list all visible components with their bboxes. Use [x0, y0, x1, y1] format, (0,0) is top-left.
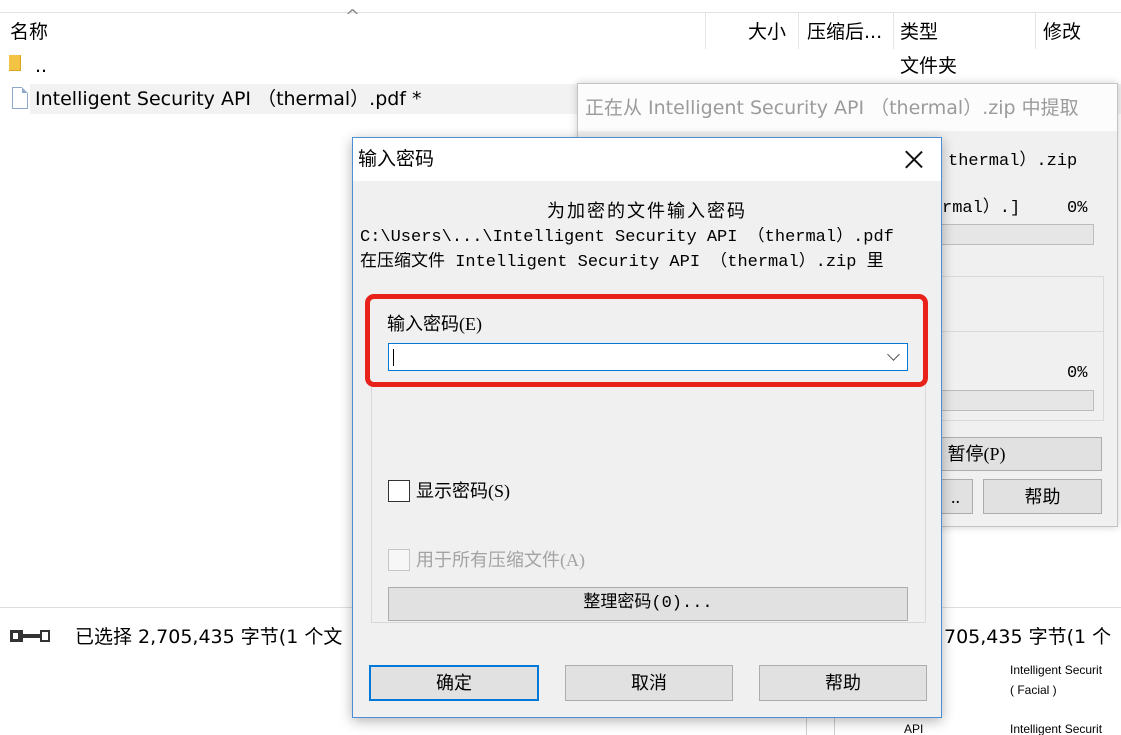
show-password-label[interactable]: 显示密码(S): [416, 480, 510, 502]
dialog-prompt: 为加密的文件输入密码: [547, 201, 747, 221]
status-selection-text: 已选择 2,705,435 字节(1 个文: [75, 626, 343, 648]
list-row-name: ..: [35, 55, 48, 77]
column-divider[interactable]: [893, 12, 894, 49]
column-divider[interactable]: [798, 12, 799, 49]
key-shaft: [23, 634, 40, 638]
pause-button-label: 暂停(P): [947, 444, 1006, 464]
organize-passwords-label: 整理密码(0)...: [583, 594, 713, 613]
dialog-title-bar[interactable]: [353, 138, 941, 181]
chevron-down-icon[interactable]: [881, 344, 907, 370]
pdf-file-icon: [12, 87, 28, 109]
column-header-row: [0, 12, 1121, 49]
close-icon[interactable]: [904, 149, 924, 170]
password-input[interactable]: [389, 344, 879, 370]
ok-button[interactable]: 确定: [369, 665, 539, 701]
key-icon[interactable]: [10, 630, 52, 643]
column-divider[interactable]: [705, 12, 706, 49]
highlight-box: [365, 294, 928, 387]
column-header-type[interactable]: 类型: [900, 21, 938, 43]
password-combo[interactable]: [388, 343, 908, 371]
background-list-item-subtitle: ( Facial ): [1010, 683, 1057, 697]
list-row-type: 文件夹: [900, 55, 958, 77]
file-progress-percent: 0%: [1067, 199, 1088, 218]
enter-password-dialog: 输入密码 为加密的文件输入密码 C:\Users\...\Intelligent…: [352, 137, 942, 718]
sort-ascending-indicator: ^: [345, 6, 361, 27]
dialog-title: 输入密码: [358, 148, 435, 170]
password-label: 输入密码(E): [387, 314, 482, 334]
archive-name-line: 在压缩文件 Intelligent Security API （thermal）…: [360, 253, 884, 272]
column-header-packed[interactable]: 压缩后...: [807, 21, 882, 43]
background-list-item-label: API: [904, 722, 924, 735]
background-list-item-title: Intelligent Securit: [1010, 722, 1103, 735]
status-selection-text-right: 705,435 字节(1 个: [944, 626, 1112, 648]
archive-name-fragment: thermal）.zip: [948, 152, 1078, 171]
screen: ^ 名称 大小 压缩后... 类型 修改 .. 文件夹 Intelligent …: [0, 0, 1121, 735]
use-for-all-archives-checkbox: [388, 549, 410, 571]
use-for-all-archives-label: 用于所有压缩文件(A): [416, 550, 585, 570]
list-row-name: Intelligent Security API （thermal）.pdf *: [35, 88, 422, 110]
text-caret: [393, 349, 394, 366]
column-header-name[interactable]: 名称: [10, 21, 48, 43]
extraction-help-button[interactable]: 帮助: [983, 479, 1102, 514]
column-header-size[interactable]: 大小: [748, 21, 786, 43]
chevron-down-glyph: [887, 348, 900, 361]
column-divider[interactable]: [1035, 12, 1036, 49]
extraction-window-title: 正在从 Intelligent Security API （thermal）.z…: [585, 97, 1079, 119]
encrypted-file-path: C:\Users\...\Intelligent Security API （t…: [360, 228, 894, 247]
folder-icon: [9, 55, 21, 71]
cancel-button-label: 取消: [631, 673, 667, 693]
column-header-modified[interactable]: 修改: [1043, 21, 1081, 43]
current-file-fragment: rmal）.]: [942, 199, 1021, 218]
show-password-checkbox[interactable]: [388, 480, 410, 502]
key-bow-hole: [13, 633, 18, 639]
cancel-button[interactable]: 取消: [565, 665, 733, 701]
extraction-help-button-label: 帮助: [1024, 486, 1061, 507]
key-bit: [40, 630, 50, 642]
background-list-item-title: Intelligent Securit: [1010, 663, 1103, 677]
help-button-label: 帮助: [825, 673, 861, 693]
ok-button-label: 确定: [436, 673, 472, 693]
help-button[interactable]: 帮助: [759, 665, 927, 701]
background-button-label: ..: [951, 486, 960, 507]
organize-passwords-button[interactable]: 整理密码(0)...: [388, 587, 908, 621]
total-progress-percent: 0%: [1067, 364, 1088, 383]
